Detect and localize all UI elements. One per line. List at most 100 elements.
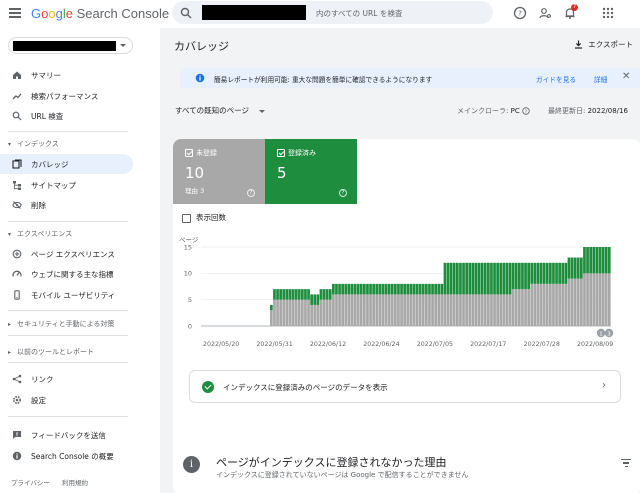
bar-segment [390,294,394,326]
sidebar-item-label: カバレッジ [31,160,69,169]
section-title: 以前のツールとレポート [17,348,94,356]
bar-segment [304,289,307,300]
bar-segment [384,283,388,295]
x-tick-label: 2022/05/31 [256,341,292,348]
collapse-icon: ▾ [8,141,12,148]
notifications-icon[interactable]: 7 [563,4,578,20]
bar-segment [549,283,552,326]
checkbox-icon[interactable] [185,149,193,157]
bar-segment [542,283,546,326]
bar-segment [598,247,602,274]
bar-segment [335,294,338,326]
bar-segment [335,283,338,295]
info-banner: 簡易レポートが利用可能: 重大な問題を簡単に確認できるようになります ガイドを見… [180,68,640,88]
url-inspect-search[interactable]: 内のすべての URL を検査 [172,1,493,24]
sidebar-item-page-experience[interactable]: ページ エクスペリエンス [0,244,133,264]
section-index-toggle[interactable]: ▾ インデックス [8,139,59,149]
sidebar-item-performance[interactable]: 検索パフォーマンス [0,86,133,106]
bar-segment [533,262,537,284]
checkbox-icon[interactable] [182,213,191,223]
app-logo[interactable]: Google Search Console [31,6,169,21]
coverage-card: 未登録 10 理由 3 ? 登録済み 5 ? 表示回数 ページ 0 5 10 15 202… [173,139,640,447]
updated-value: 2022/08/16 [587,107,628,115]
close-icon[interactable]: ✕ [622,71,630,82]
bar-segment [356,283,360,295]
section-experience-toggle[interactable]: ▾ エクスペリエンス [8,229,72,239]
apps-grid-icon[interactable] [601,6,615,20]
guide-link[interactable]: ガイドを見る [536,74,576,84]
bar-segment [310,304,313,326]
bar-segment [415,283,419,295]
sidebar-item-about[interactable]: Search Console の概要 [0,446,133,466]
sidebar-item-sitemaps[interactable]: サイトマップ [0,175,133,195]
sidebar-item-settings[interactable]: 設定 [0,390,133,410]
bar-segment [459,262,462,295]
section-legacy-toggle[interactable]: ▸ 以前のツールとレポート [8,347,94,357]
bar-segment [350,294,354,326]
tile-label: 登録済み [288,149,316,157]
info-icon [12,451,22,461]
bar-segment [527,262,530,290]
bar-segment [502,262,506,295]
bar-segment [341,294,344,326]
bar-segment [437,294,441,326]
sidebar-item-feedback[interactable]: フィードバックを送信 [0,425,133,445]
speed-icon [12,270,22,277]
sidebar-item-label: サイトマップ [31,181,76,190]
bar-segment [276,289,279,300]
checkbox-icon[interactable] [277,149,285,157]
help-icon[interactable]: ? [339,189,347,197]
sidebar-item-removals[interactable]: 削除 [0,195,133,215]
help-icon[interactable]: ? [247,189,255,197]
bar-segment [316,294,320,305]
property-selector[interactable] [8,37,133,54]
bar-segment [297,289,301,300]
bar-segment [307,289,310,300]
page-filter-dropdown[interactable]: すべての既知のページ [175,105,266,116]
bar-segment [307,299,310,326]
bar-segment [549,262,552,284]
privacy-link[interactable]: プライバシー [11,479,50,487]
terms-link[interactable]: 利用規約 [62,479,88,487]
export-button[interactable]: エクスポート [574,39,633,50]
sidebar-item-summary[interactable]: サマリー [0,65,133,85]
bar-segment [313,304,317,326]
search-input[interactable]: 内のすべての URL を検査 [316,8,402,19]
sidebar-item-core-web-vitals[interactable]: ウェブに関する主な指標 [0,264,133,284]
sidebar-item-url-inspection[interactable]: URL 検査 [0,106,133,126]
help-icon[interactable]: ? [513,6,527,20]
view-indexed-pages-button[interactable]: インデックスに登録済みのページのデータを表示 › [189,370,621,403]
bar-segment [505,262,509,295]
bar-segment [418,294,422,326]
redacted-property [202,5,306,20]
sidebar-item-mobile-usability[interactable]: モバイル ユーザビリティ [0,285,133,305]
bar-segment [332,283,335,295]
page-title: カバレッジ [174,40,229,53]
bar-segment [375,294,379,326]
bar-segment [456,262,459,295]
sidebar-divider [8,310,128,311]
help-icon[interactable]: ? [522,107,530,115]
tile-value: 5 [277,164,287,182]
smartphone-icon [14,290,20,300]
bar-segment [384,294,388,326]
bar-segment [499,294,503,326]
bar-segment [573,257,577,279]
account-settings-icon[interactable] [538,6,552,20]
sidebar-item-coverage[interactable]: カバレッジ [0,154,133,174]
filter-icon[interactable] [621,459,631,467]
sidebar-item-links[interactable]: リンク [0,369,133,389]
crawler-label: メインクローラ: [457,107,509,115]
bar-segment [471,294,475,326]
tile-not-indexed[interactable]: 未登録 10 理由 3 ? [173,139,265,204]
section-security-toggle[interactable]: ▸ セキュリティと手動による対策 [8,319,114,329]
impressions-toggle[interactable]: 表示回数 [182,212,226,223]
bar-segment [434,294,437,326]
bar-segment [285,289,289,300]
bar-segment [297,299,301,326]
bar-segment [332,294,335,326]
tile-indexed[interactable]: 登録済み 5 ? [265,139,357,204]
details-link[interactable]: 詳細 [594,74,607,84]
bar-segment [434,283,437,295]
menu-icon[interactable] [9,8,21,18]
